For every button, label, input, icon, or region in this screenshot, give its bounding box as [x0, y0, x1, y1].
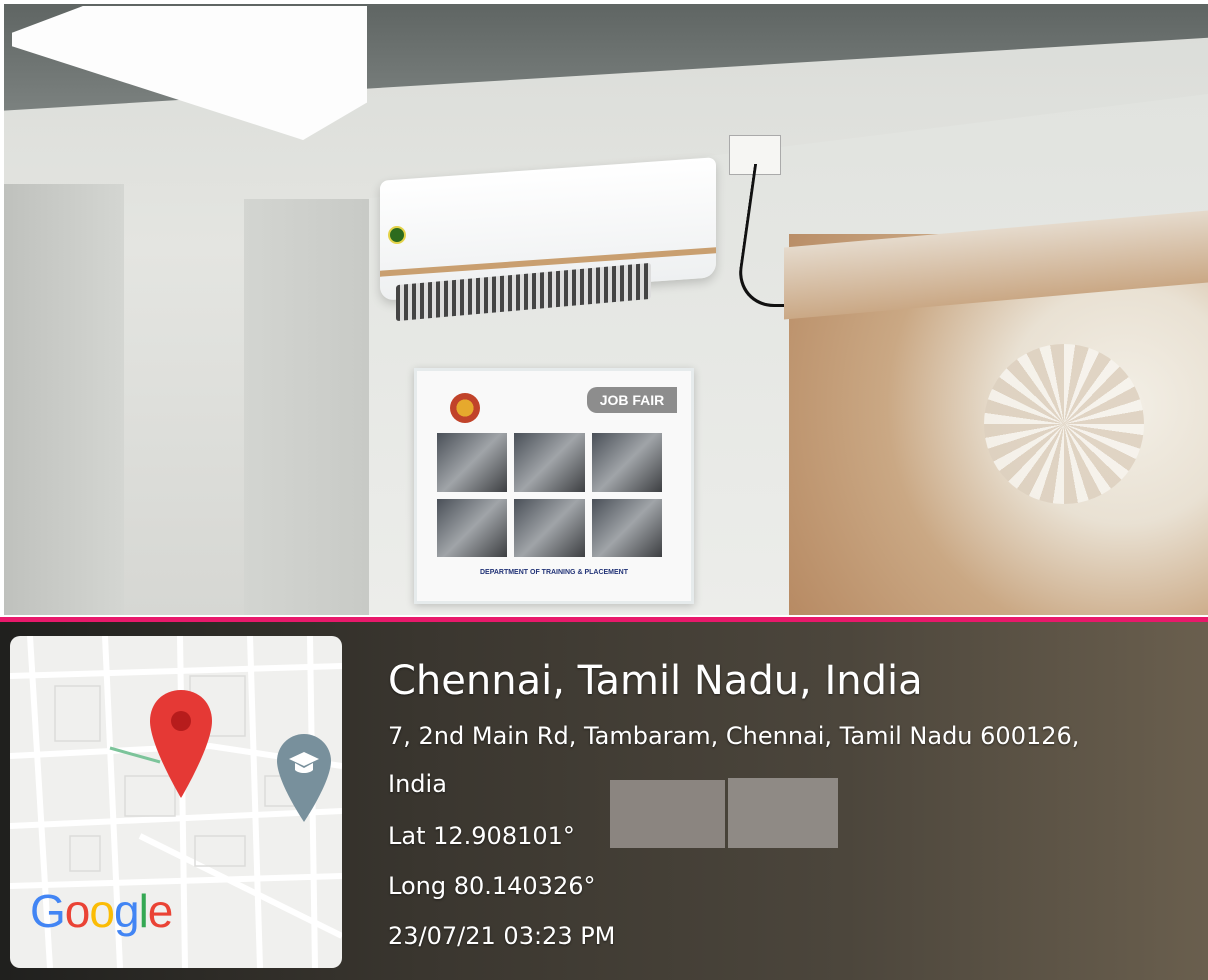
geotagged-photo: JOB FAIR DEPARTMENT OF TRAINING & PLACEM… — [0, 0, 1208, 980]
google-logo-letter: o — [89, 885, 115, 937]
college-emblem-icon — [450, 393, 480, 423]
poster-photo — [591, 498, 662, 557]
poster-photo — [514, 433, 585, 492]
google-logo-letter: G — [30, 885, 66, 937]
poster-photo — [437, 498, 508, 557]
map-thumbnail: Google — [10, 636, 342, 968]
google-logo: Google — [30, 885, 174, 937]
google-logo-letter: e — [147, 885, 174, 937]
left-wall — [4, 184, 124, 615]
google-logo-letter: o — [64, 885, 91, 937]
poster-footer: DEPARTMENT OF TRAINING & PLACEMENT — [479, 569, 629, 576]
poster-photo-grid — [437, 433, 662, 557]
location-address-line1: 7, 2nd Main Rd, Tambaram, Chennai, Tamil… — [388, 722, 1080, 750]
room-photo: JOB FAIR DEPARTMENT OF TRAINING & PLACEM… — [4, 4, 1208, 615]
school-icon — [277, 734, 331, 822]
location-pin-icon — [150, 690, 212, 798]
location-address-line2: India — [388, 770, 447, 798]
poster-photo — [437, 433, 508, 492]
air-conditioner-logo-icon — [388, 226, 406, 244]
wall-pillar — [244, 199, 369, 615]
location-info: Chennai, Tamil Nadu, India 7, 2nd Main R… — [370, 630, 1202, 970]
location-city: Chennai, Tamil Nadu, India — [388, 658, 923, 704]
job-fair-poster: JOB FAIR DEPARTMENT OF TRAINING & PLACEM… — [414, 368, 694, 604]
poster-photo — [514, 498, 585, 557]
google-logo-letter: l — [138, 885, 149, 937]
location-longitude: Long 80.140326° — [388, 872, 596, 900]
blind-flower-pattern — [984, 344, 1144, 504]
google-logo-letter: g — [113, 885, 140, 937]
poster-title: JOB FAIR — [587, 387, 677, 413]
location-timestamp: 23/07/21 03:23 PM — [388, 922, 616, 950]
location-latitude: Lat 12.908101° — [388, 822, 575, 850]
poster-photo — [591, 433, 662, 492]
